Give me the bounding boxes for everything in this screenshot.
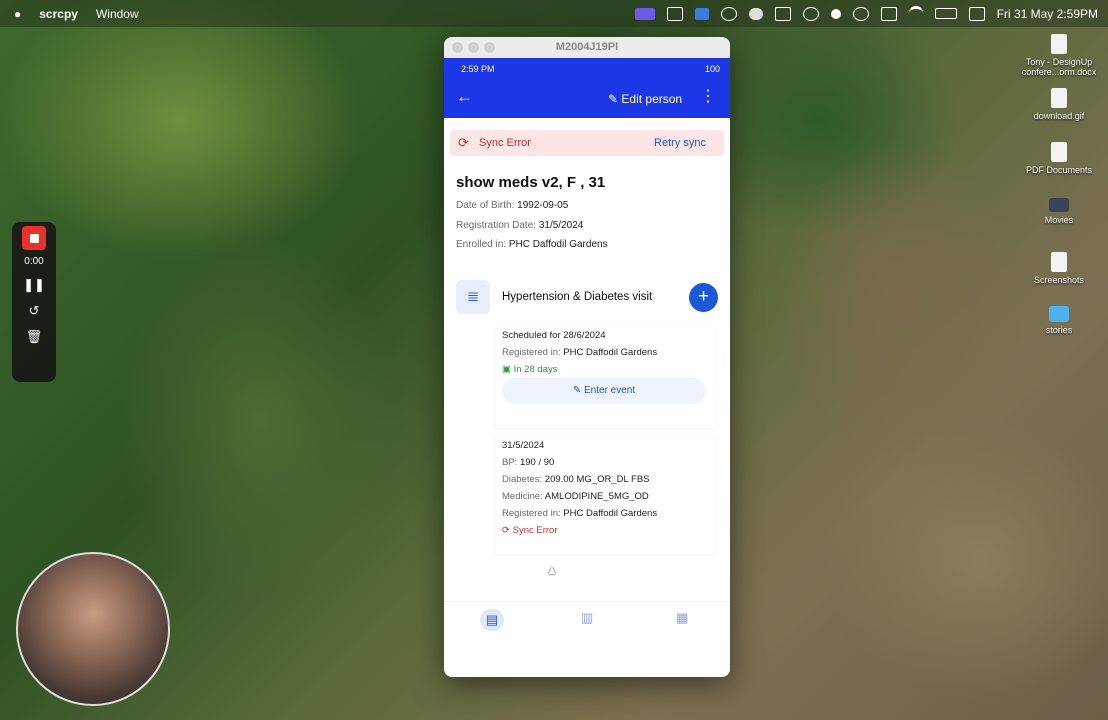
- person-dashboard: ⟳ Sync Error Retry sync show meds v2, F …: [444, 118, 730, 640]
- program-stage-header: ≣ Hypertension & Diabetes visit +: [456, 280, 720, 316]
- notion-icon[interactable]: [666, 6, 683, 21]
- bottom-navigation: ▤ ▥ ▦: [444, 601, 730, 640]
- dob-row: Date of Birth: 1992-09-05: [456, 200, 569, 211]
- recording-time: 0:00: [24, 256, 44, 267]
- sync-error-text: Sync Error: [479, 137, 531, 149]
- apple-menu-icon[interactable]: ●: [14, 7, 21, 21]
- mac-menu-bar: ● scrcpy Window Fri 31 May 2:59PM: [0, 0, 1108, 27]
- due-in-days: ▣ In 28 days: [502, 364, 558, 375]
- desktop-stories[interactable]: stories: [1019, 306, 1099, 335]
- scheduled-event-card[interactable]: Scheduled for 28/6/2024 Registered in: P…: [496, 326, 716, 428]
- sync-error-icon: ⟳: [458, 135, 469, 150]
- battery-level: 100: [704, 64, 720, 74]
- extension-icon[interactable]: [720, 6, 737, 21]
- sync-error-banner: ⟳ Sync Error Retry sync: [450, 130, 724, 156]
- retry-sync-button[interactable]: Retry sync: [654, 137, 706, 149]
- webcam-overlay: [16, 552, 170, 706]
- folder-icon: [1049, 306, 1069, 322]
- screen-recorder-panel: 0:00 ❚❚ ↺ 🗑: [12, 222, 56, 382]
- wifi-icon[interactable]: [908, 6, 923, 21]
- nav-details-icon[interactable]: ▤: [480, 609, 504, 631]
- app-menu[interactable]: scrcpy: [39, 7, 78, 21]
- battery-icon[interactable]: [934, 8, 957, 19]
- document-icon: [1051, 252, 1067, 272]
- cloud-icon[interactable]: [748, 7, 763, 20]
- desktop-file-docx[interactable]: Tony - DesignUp confere...orm.docx: [1019, 34, 1099, 77]
- document-icon: [1051, 34, 1067, 54]
- trash-icon[interactable]: 🗑: [12, 329, 56, 345]
- nav-notes-icon[interactable]: ▦: [676, 610, 688, 626]
- control-center-icon[interactable]: [968, 6, 985, 21]
- enrolled-row: Enrolled in: PHC Daffodil Gardens: [456, 239, 608, 250]
- document-icon: [1051, 142, 1067, 162]
- clock[interactable]: Fri 31 May 2:59PM: [997, 7, 1098, 21]
- stop-recording-button[interactable]: [22, 226, 46, 250]
- clipboard-icon: ≣: [456, 280, 490, 314]
- shield-icon[interactable]: [880, 6, 897, 21]
- desktop-pdf-documents[interactable]: PDF Documents: [1019, 142, 1099, 175]
- desktop-file-gif[interactable]: download.gif: [1019, 88, 1099, 121]
- window-menu[interactable]: Window: [96, 7, 139, 21]
- event-date: 31/5/2024: [502, 440, 545, 451]
- movie-icon: [1049, 198, 1069, 212]
- screen-share-icon[interactable]: [634, 7, 655, 20]
- pause-icon[interactable]: ❚❚: [12, 277, 56, 293]
- registration-row: Registration Date: 31/5/2024: [456, 220, 584, 231]
- edit-person-button[interactable]: ✎ Edit person: [608, 92, 682, 106]
- settings-icon[interactable]: [774, 6, 791, 21]
- scheduled-title: Scheduled for 28/6/2024: [502, 330, 606, 341]
- maximize-window-button[interactable]: [484, 42, 495, 53]
- window-titlebar: M2004J19PI: [444, 37, 730, 58]
- back-arrow-icon[interactable]: ←: [456, 87, 473, 107]
- moon-icon[interactable]: [830, 8, 841, 19]
- gear-icon[interactable]: [852, 6, 869, 21]
- enter-event-button[interactable]: ✎ Enter event: [502, 378, 706, 404]
- status-time: 2:59 PM: [461, 64, 495, 74]
- program-title: Hypertension & Diabetes visit: [502, 291, 653, 303]
- desktop-screenshots[interactable]: Screenshots: [1019, 252, 1099, 285]
- scrcpy-window: M2004J19PI 2:59 PM 100 ← ✎ Edit person ⋮…: [444, 37, 730, 677]
- add-event-button[interactable]: +: [689, 283, 718, 312]
- more-options-icon[interactable]: ⋮: [700, 86, 716, 106]
- minimize-window-button[interactable]: [468, 42, 479, 53]
- image-icon: [1051, 88, 1067, 108]
- close-window-button[interactable]: [452, 42, 463, 53]
- mouse-cursor: ▲: [546, 563, 558, 577]
- person-name: show meds v2, F , 31: [456, 174, 606, 191]
- user-icon[interactable]: [802, 6, 819, 21]
- android-status-bar: 2:59 PM 100: [444, 58, 730, 80]
- event-card[interactable]: 31/5/2024 BP: 190 / 90 Diabetes: 209.00 …: [496, 436, 716, 554]
- restart-icon[interactable]: ↺: [12, 303, 56, 319]
- nav-analytics-icon[interactable]: ▥: [581, 610, 593, 626]
- app-bar: ← ✎ Edit person ⋮: [444, 80, 730, 118]
- event-sync-error: ⟳ Sync Error: [502, 525, 558, 536]
- desktop-movies[interactable]: Movies: [1019, 198, 1099, 225]
- app-icon[interactable]: [694, 7, 709, 20]
